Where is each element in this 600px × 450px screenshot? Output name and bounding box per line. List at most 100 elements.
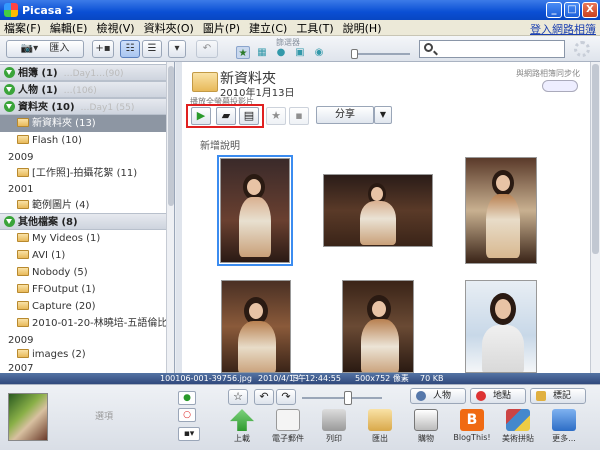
sync-toggle[interactable]: [542, 80, 578, 92]
hold-button[interactable]: ●: [178, 391, 196, 405]
movie-button[interactable]: ▤: [239, 107, 259, 125]
sidebar-item-ffoutput[interactable]: FFOutput (1): [0, 281, 166, 298]
video-filter-icon[interactable]: ▦: [255, 46, 269, 59]
sidebar-scrollbar[interactable]: [166, 62, 174, 373]
collage-action-button[interactable]: 美術拼貼: [498, 409, 538, 449]
album-scrollbar[interactable]: [590, 62, 600, 373]
filter-slider-knob[interactable]: [351, 49, 358, 59]
shop-action-button[interactable]: 購物: [406, 409, 446, 449]
import-label: 匯入: [49, 43, 70, 54]
clear-tray-button[interactable]: ○: [178, 408, 196, 422]
sidebar-item-label: Nobody (5): [32, 267, 88, 278]
collapse-icon[interactable]: [4, 101, 15, 112]
group-people-label: 人物 (1): [18, 85, 58, 96]
upload-filter-icon[interactable]: ▣: [293, 46, 307, 59]
close-button[interactable]: X: [582, 2, 598, 18]
collapse-icon[interactable]: [4, 67, 15, 78]
album-view: 新資料夾 2010年1月13日 與網路相簿同步化 播放全螢幕投影片 ▶ ▰ ▤ …: [182, 62, 600, 373]
face-filter-icon[interactable]: ●: [274, 46, 288, 59]
sidebar-item-avi[interactable]: AVI (1): [0, 247, 166, 264]
add-description-link[interactable]: 新增說明: [200, 137, 240, 152]
group-folders[interactable]: 資料夾 (10) …Day1 (55): [0, 98, 166, 115]
maximize-button[interactable]: □: [564, 2, 580, 18]
group-people[interactable]: 人物 (1) …(106): [0, 81, 166, 98]
export-action-label: 匯出: [372, 434, 388, 443]
share-button[interactable]: 分享: [316, 106, 374, 124]
sidebar-item-nobody[interactable]: Nobody (5): [0, 264, 166, 281]
zoom-slider-knob[interactable]: [344, 391, 352, 405]
rotate-right-button[interactable]: ↷: [276, 389, 296, 405]
tags-button[interactable]: 標記: [530, 388, 586, 404]
group-albums[interactable]: 相簿 (1) …Day1…(90): [0, 64, 166, 81]
sidebar-item-2010-event[interactable]: 2010-01-20-林曉培-五語倫比...: [0, 315, 166, 332]
undo-button[interactable]: ↶: [196, 40, 218, 58]
blogthis-action-button[interactable]: B BlogThis!: [452, 409, 492, 449]
export-action-button[interactable]: 匯出: [360, 409, 400, 449]
star-tag-button[interactable]: ☆: [228, 389, 248, 405]
scrollbar-thumb[interactable]: [168, 66, 174, 206]
location-filter-icon[interactable]: ◉: [312, 46, 326, 59]
status-filesize: 70 KB: [420, 374, 444, 383]
chevron-down-icon: ▼: [379, 110, 387, 119]
import-button[interactable]: 📷▾ 匯入: [6, 40, 84, 58]
more-action-button[interactable]: 更多...: [544, 409, 584, 449]
photo-thumbnail[interactable]: [465, 280, 537, 373]
sidebar-item-capture[interactable]: Capture (20): [0, 298, 166, 315]
sidebar-item-label: AVI (1): [32, 250, 66, 261]
rotate-left-button[interactable]: ↶: [254, 389, 274, 405]
sidebar-item-flash[interactable]: Flash (10): [0, 132, 166, 149]
photo-thumbnail[interactable]: [217, 155, 293, 266]
sidebar-item-label: images (2): [32, 349, 86, 360]
upload-action-label: 上載: [234, 434, 250, 443]
places-button[interactable]: 地點: [470, 388, 526, 404]
menu-file[interactable]: 檔案(F): [4, 20, 41, 36]
share-dropdown-button[interactable]: ▼: [374, 106, 392, 124]
collapse-icon[interactable]: [4, 216, 15, 227]
menu-create[interactable]: 建立(C): [249, 20, 287, 36]
group-other-files[interactable]: 其他檔案 (8): [0, 213, 166, 230]
menu-tools[interactable]: 工具(T): [296, 20, 333, 36]
tray-options-button[interactable]: ▪▾: [178, 427, 200, 441]
sidebar-item-images[interactable]: images (2): [0, 346, 166, 363]
scrollbar-thumb[interactable]: [592, 64, 599, 254]
people-button[interactable]: 人物: [410, 388, 466, 404]
upload-action-button[interactable]: 上載: [222, 409, 262, 449]
sidebar-item-new-folder[interactable]: 新資料夾 (13): [0, 115, 166, 132]
photo-thumbnail[interactable]: [323, 174, 433, 247]
sign-in-link[interactable]: 登入網路相簿: [530, 21, 596, 37]
play-slideshow-button[interactable]: ▶: [191, 107, 211, 125]
print-action-label: 列印: [326, 434, 342, 443]
photo-thumbnail[interactable]: [342, 280, 414, 373]
sidebar-item-sample[interactable]: 範例圖片 (4): [0, 197, 166, 214]
photo-thumbnail[interactable]: [465, 157, 537, 264]
email-action-button[interactable]: 電子郵件: [268, 409, 308, 449]
thumbnail-view-button[interactable]: ☷: [120, 40, 140, 58]
year-header: 2001: [8, 184, 34, 195]
zoom-slider[interactable]: [302, 391, 382, 405]
star-button[interactable]: ★: [266, 107, 286, 125]
upload-button[interactable]: ▰: [216, 107, 236, 125]
menu-edit[interactable]: 編輯(E): [50, 20, 88, 36]
view-dropdown-button[interactable]: ▾: [168, 40, 186, 58]
print-action-button[interactable]: 列印: [314, 409, 354, 449]
star-filter-icon[interactable]: ★: [236, 46, 250, 59]
add-to-album-button[interactable]: +▪: [92, 40, 114, 58]
sidebar-item-label: My Videos (1): [32, 233, 101, 244]
minimize-button[interactable]: _: [546, 2, 562, 18]
menu-help[interactable]: 說明(H): [343, 20, 382, 36]
menu-picture[interactable]: 圖片(P): [203, 20, 240, 36]
folder-icon: [17, 200, 29, 209]
menu-folder[interactable]: 資料夾(O): [144, 20, 194, 36]
list-view-button[interactable]: ☰: [142, 40, 162, 58]
tray-photo-thumbnail[interactable]: [8, 393, 48, 441]
filter-slider[interactable]: [351, 49, 410, 59]
search-input[interactable]: [419, 40, 565, 58]
save-button[interactable]: ▪: [289, 107, 309, 125]
photo-thumbnail[interactable]: [221, 280, 291, 373]
collage-action-label: 美術拼貼: [502, 434, 534, 443]
menu-view[interactable]: 檢視(V): [96, 20, 134, 36]
sidebar-item-my-videos[interactable]: My Videos (1): [0, 230, 166, 247]
collapse-icon[interactable]: [4, 84, 15, 95]
sidebar-item-work[interactable]: [工作照]-拍攝花絮 (11): [0, 165, 166, 182]
folder-icon: [17, 284, 29, 293]
